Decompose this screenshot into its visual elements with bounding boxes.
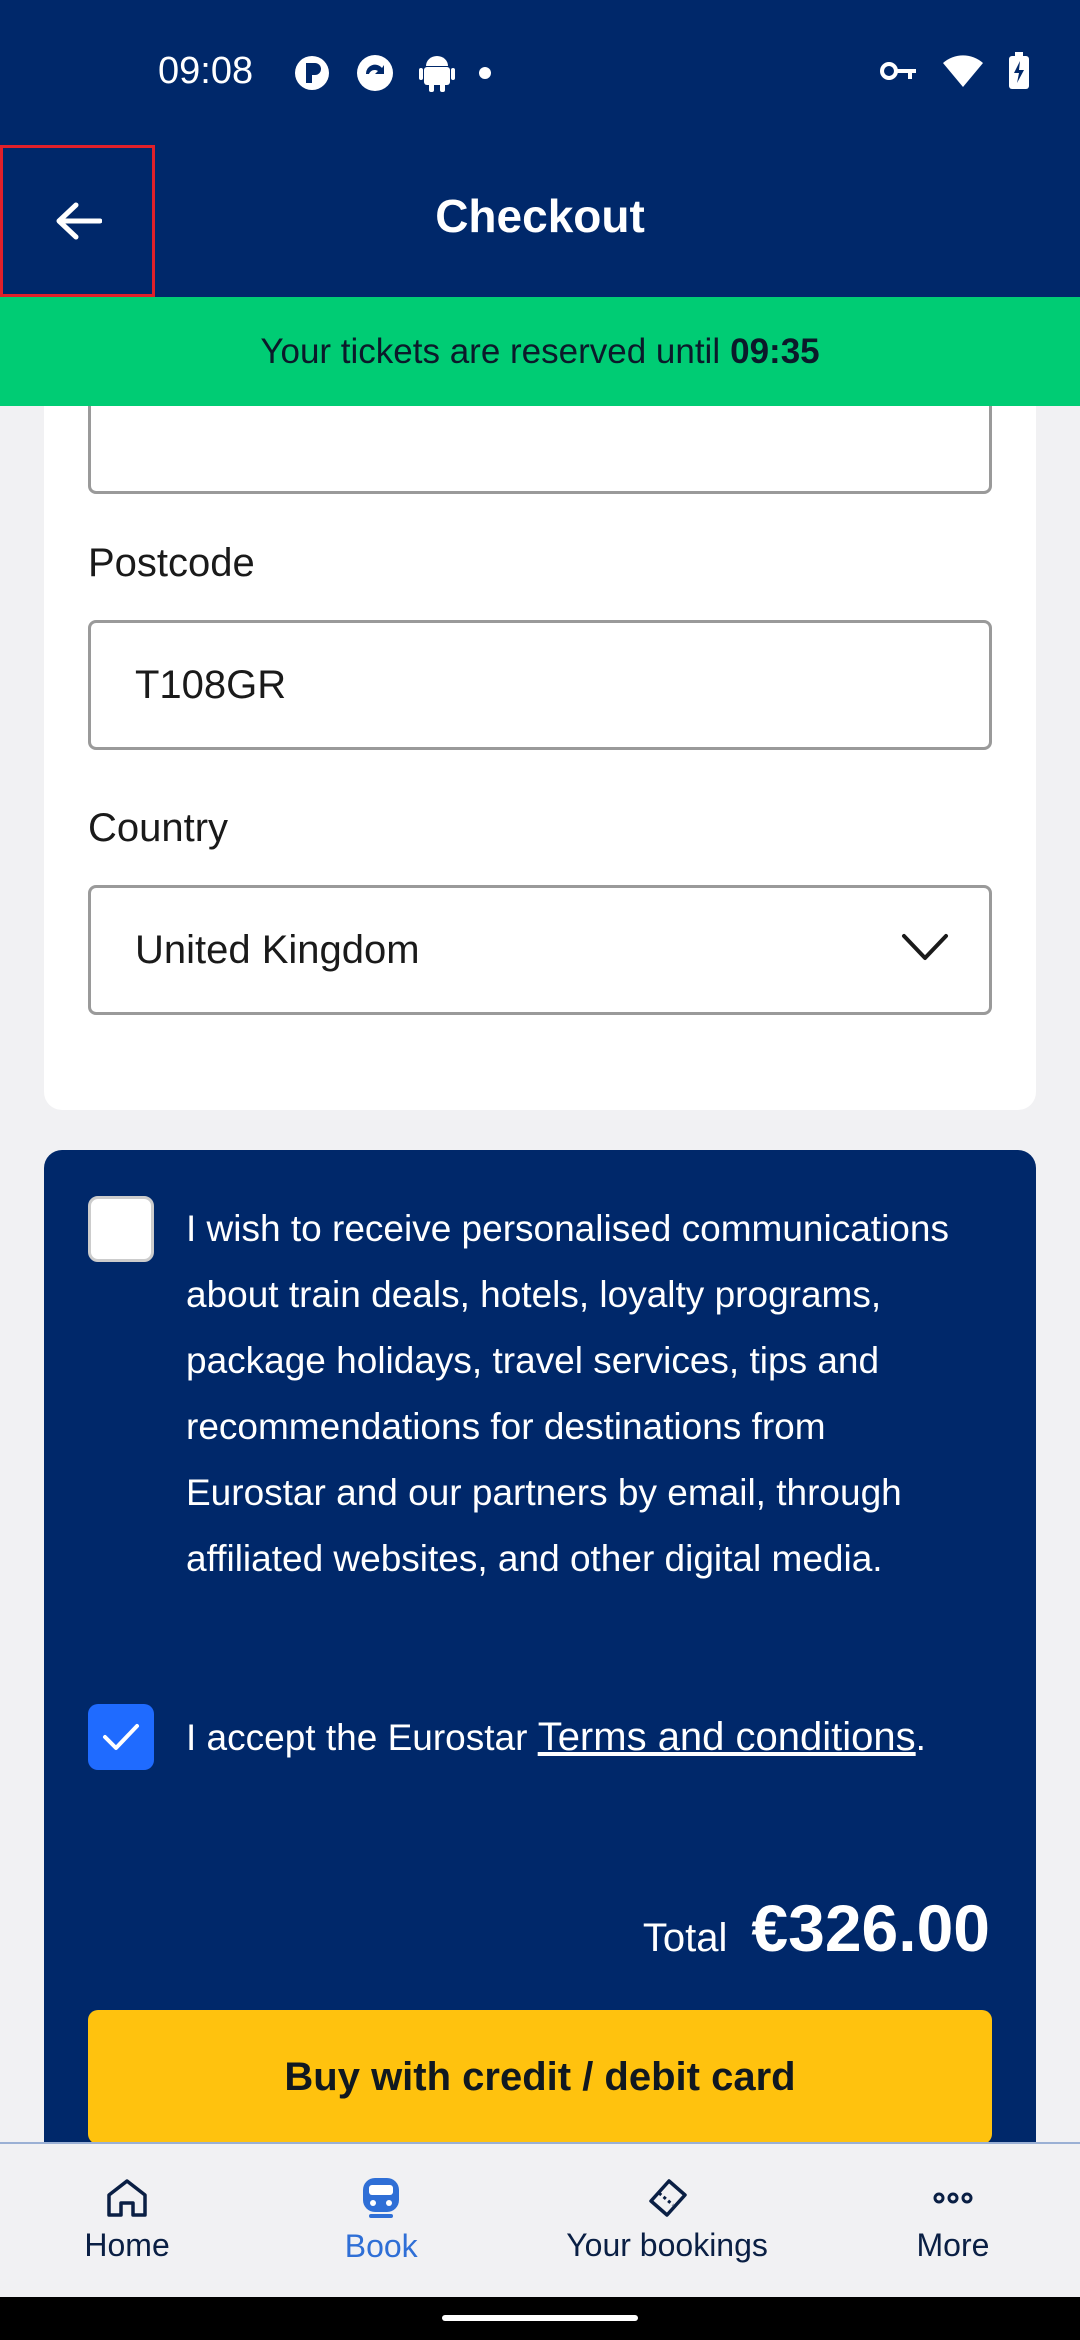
status-time: 09:08 [158, 50, 254, 92]
status-bar: 09:08 [0, 0, 1080, 145]
banner-text: Your tickets are reserved until [260, 331, 721, 371]
buy-card-button[interactable]: Buy with credit / debit card [88, 2010, 992, 2142]
country-select[interactable]: United Kingdom [88, 885, 992, 1015]
more-dots-icon [933, 2192, 973, 2204]
vpn-key-icon [880, 62, 916, 80]
terms-link[interactable]: Terms and conditions [538, 1715, 916, 1759]
total-row: Total €326.00 [643, 1890, 990, 1966]
country-label: Country [88, 806, 229, 850]
home-icon [107, 2179, 147, 2217]
nav-label-book: Book [344, 2228, 418, 2264]
ticket-icon [649, 2179, 687, 2217]
home-gesture-pill[interactable] [442, 2315, 638, 2321]
chevron-down-icon [902, 934, 948, 960]
nav-item-bookings[interactable]: Your bookings [508, 2144, 826, 2297]
nav-item-home[interactable]: Home [0, 2144, 254, 2297]
nav-label-bookings: Your bookings [566, 2227, 768, 2263]
marketing-checkbox[interactable] [88, 1196, 154, 1262]
consent-card: I wish to receive personalised communica… [44, 1150, 1036, 2142]
nav-item-book[interactable]: Book [254, 2144, 508, 2297]
sync-app-icon [357, 55, 393, 91]
android-icon [419, 56, 455, 92]
country-value: United Kingdom [135, 928, 420, 972]
postcode-value: T108GR [135, 663, 287, 707]
nav-label-more: More [916, 2227, 990, 2263]
total-label: Total [642, 1916, 728, 1960]
address-line-field[interactable] [88, 406, 992, 494]
battery-charging-icon [1009, 52, 1029, 89]
train-icon [363, 2178, 400, 2218]
wifi-icon [943, 55, 983, 87]
postcode-field[interactable]: T108GR [88, 620, 992, 750]
total-value: €326.00 [751, 1891, 990, 1965]
checkout-content[interactable]: Postcode T108GR Country United Kingdom I… [0, 406, 1080, 2142]
status-icons-left [292, 52, 492, 94]
nav-item-more[interactable]: More [826, 2144, 1080, 2297]
reservation-banner: Your tickets are reserved until 09:35 [0, 297, 1080, 406]
app-bar: Checkout [0, 145, 1080, 297]
terms-checkbox[interactable] [88, 1704, 154, 1770]
dot-icon [479, 67, 491, 79]
banner-time: 09:35 [730, 331, 820, 371]
postcode-label: Postcode [88, 541, 255, 585]
status-icons-right [880, 52, 1030, 90]
nav-label-home: Home [84, 2227, 170, 2263]
bottom-nav: Home Book Your bookings More [0, 2142, 1080, 2297]
marketing-consent-text: I wish to receive personalised communica… [186, 1208, 949, 1579]
gesture-bar [0, 2297, 1080, 2340]
terms-prefix: I accept the Eurostar [186, 1717, 528, 1758]
check-icon [103, 1724, 139, 1750]
page-title: Checkout [435, 190, 645, 242]
notification-p-icon [295, 56, 329, 90]
terms-suffix: . [915, 1717, 926, 1758]
terms-consent-text: I accept the Eurostar Terms and conditio… [186, 1704, 966, 1771]
